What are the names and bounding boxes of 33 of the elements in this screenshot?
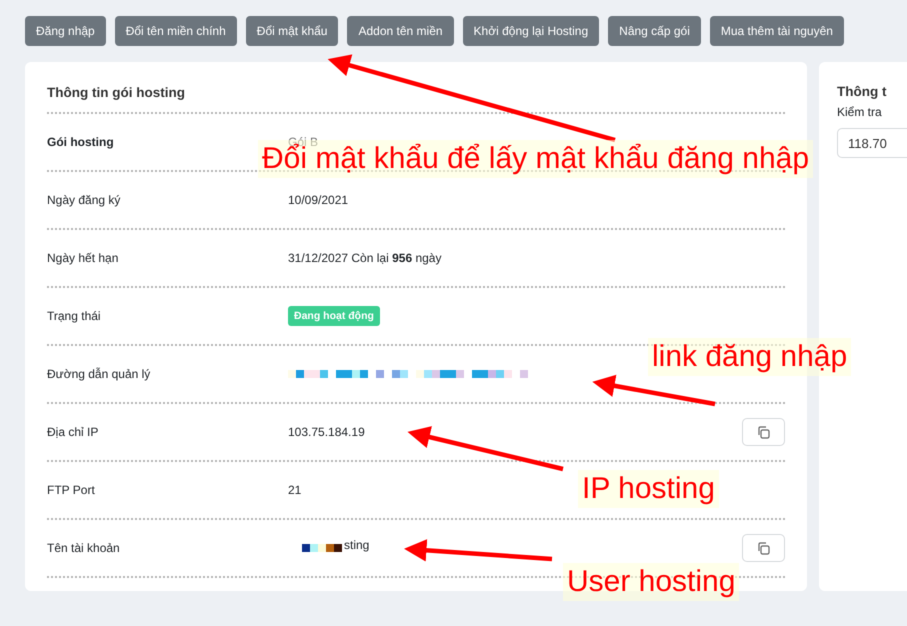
action-button[interactable]: Mua thêm tài nguyên — [710, 16, 844, 46]
field-value: sting — [344, 538, 370, 552]
field-label: Đường dẫn quản lý — [47, 367, 152, 381]
annotation-text: User hosting — [563, 563, 740, 601]
action-button[interactable]: Khởi động lại Hosting — [462, 16, 600, 46]
field-value: 31/12/2027 Còn lại 956 ngày — [288, 251, 442, 265]
action-button[interactable]: Đăng nhập — [25, 16, 106, 46]
copy-button[interactable] — [742, 534, 785, 562]
field-label: Địa chỉ IP — [47, 425, 100, 439]
action-button[interactable]: Nâng cấp gói — [608, 16, 701, 46]
annotation-text: link đăng nhập — [648, 338, 852, 376]
status-badge: Đang hoạt động — [288, 306, 380, 326]
annotation-text: IP hosting — [578, 470, 719, 508]
field-value: 103.75.184.19 — [288, 425, 365, 439]
field-label: Ngày hết hạn — [47, 251, 120, 265]
field-value: 10/09/2021 — [288, 193, 348, 207]
copy-button[interactable] — [742, 418, 785, 446]
field-label: FTP Port — [47, 483, 96, 497]
action-button[interactable]: Addon tên miền — [347, 16, 454, 46]
field-value: 21 — [288, 483, 302, 497]
action-button[interactable]: Đổi tên miền chính — [114, 16, 237, 46]
copy-icon — [757, 426, 770, 438]
copy-icon — [757, 542, 770, 554]
card-title: Thông t — [837, 84, 888, 99]
input-field[interactable]: 118.70 — [837, 128, 907, 158]
field-label: Tên tài khoản — [47, 541, 121, 555]
field-label: Ngày đăng ký — [47, 193, 122, 207]
field-label: Gói hosting — [47, 135, 115, 149]
field-label: Trạng thái — [47, 309, 102, 323]
pixelated-redaction — [302, 544, 342, 552]
field-label: Kiểm tra — [837, 105, 883, 119]
action-button[interactable]: Đổi mật khẩu — [246, 16, 338, 46]
card-title: Thông tin gói hosting — [47, 84, 186, 102]
